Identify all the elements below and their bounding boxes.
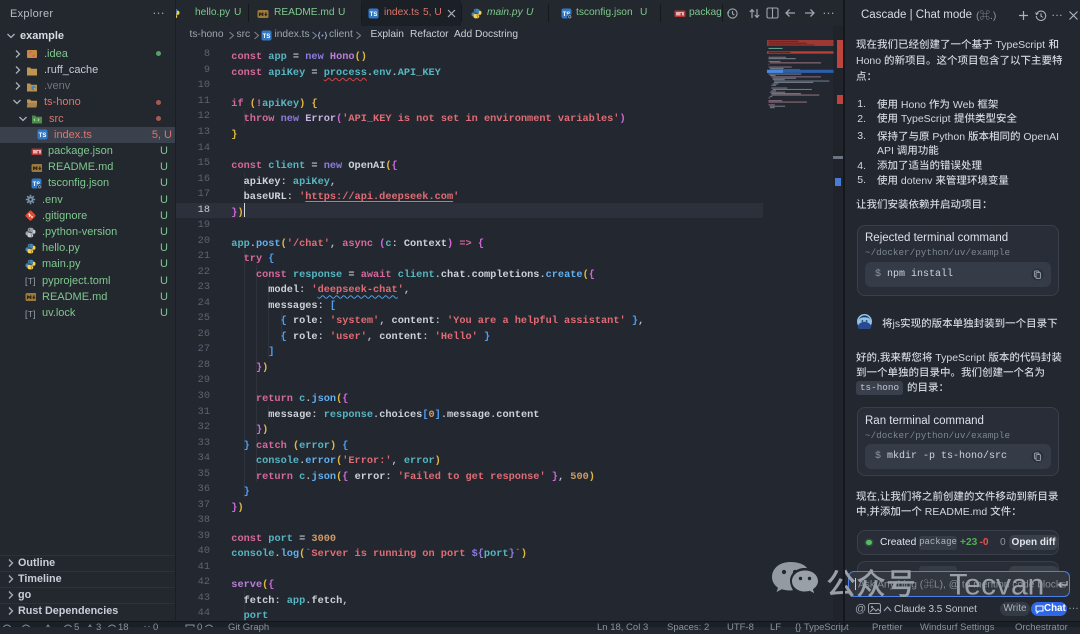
svg-text:js: js [892, 318, 901, 330]
svg-text:Python: Python [932, 131, 965, 143]
svg-text:,: , [877, 352, 880, 364]
svg-text:(: ( [976, 10, 980, 22]
svg-text:]: ] [33, 276, 36, 286]
svg-text:Tecvan: Tecvan [949, 568, 1044, 601]
svg-text:,: , [867, 506, 870, 518]
svg-text:TypeScript: TypeScript [901, 113, 951, 125]
svg-text:Web: Web [953, 99, 975, 111]
svg-text:README.md: README.md [925, 506, 988, 518]
svg-text:dotenv: dotenv [901, 175, 933, 187]
svg-text:TS: TS [39, 133, 47, 139]
svg-text:API: API [877, 145, 894, 157]
svg-text:Hono: Hono [856, 55, 881, 67]
svg-text:OpenAI: OpenAI [1023, 131, 1059, 143]
svg-text:TypeScript: TypeScript [935, 352, 985, 364]
svg-text:TS: TS [263, 34, 271, 40]
svg-text:]: ] [33, 309, 36, 319]
svg-text:,: , [877, 491, 880, 503]
svg-text:Hono: Hono [901, 99, 926, 111]
svg-text:TS: TS [370, 12, 378, 18]
svg-text:TypeScript: TypeScript [995, 39, 1045, 51]
svg-text:.): .) [990, 10, 996, 22]
